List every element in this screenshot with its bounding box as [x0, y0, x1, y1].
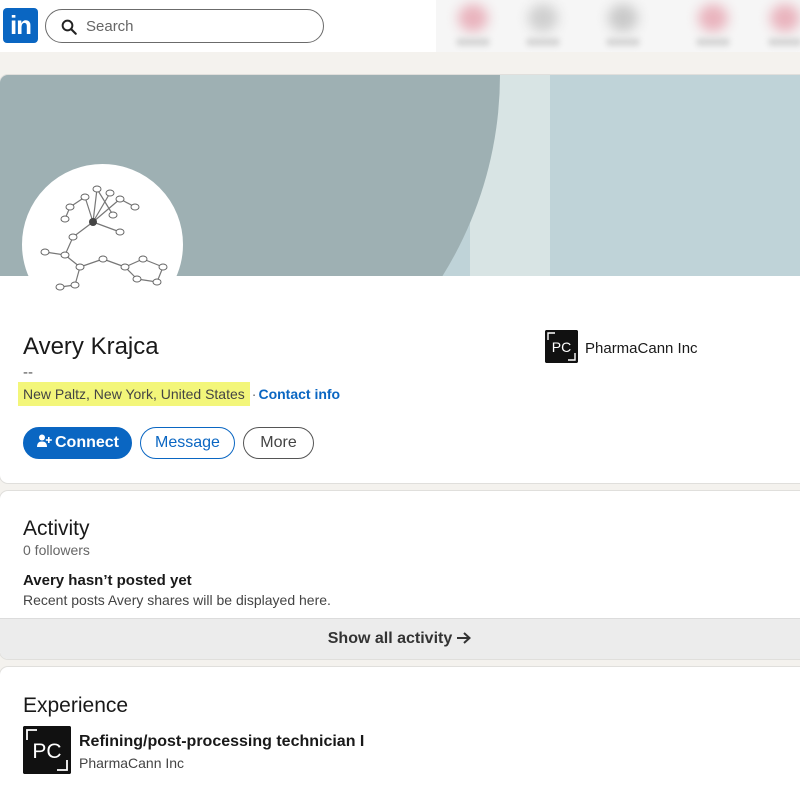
- experience-title: Experience: [23, 694, 129, 717]
- location-text: New Paltz, New York, United States: [18, 382, 250, 406]
- arrow-right-icon: [457, 632, 472, 644]
- experience-company: PharmaCann Inc: [79, 755, 185, 771]
- molecule-structure-image: [40, 185, 168, 291]
- top-nav-bar: in: [0, 0, 800, 52]
- no-posts-subtitle: Recent posts Avery shares will be displa…: [23, 592, 331, 608]
- profile-card: Avery Krajca -- New Paltz, New York, Uni…: [0, 75, 800, 483]
- experience-logo-text: PC: [32, 740, 61, 763]
- no-posts-title: Avery hasn’t posted yet: [23, 572, 192, 589]
- add-person-icon: [37, 434, 52, 447]
- search-input[interactable]: [86, 16, 311, 36]
- blurred-nav-icons: [436, 0, 800, 52]
- current-company-name[interactable]: PharmaCann Inc: [585, 340, 698, 357]
- show-all-activity-button[interactable]: Show all activity: [0, 618, 800, 659]
- company-logo-text: PC: [552, 339, 571, 355]
- experience-company-logo[interactable]: PC: [23, 726, 71, 774]
- linkedin-logo[interactable]: in: [3, 8, 38, 43]
- experience-role[interactable]: Refining/post-processing technician I: [79, 733, 364, 751]
- more-button[interactable]: More: [243, 427, 314, 459]
- company-logo[interactable]: PC: [545, 330, 578, 363]
- search-icon: [61, 19, 77, 35]
- connect-label: Connect: [55, 434, 119, 451]
- message-button[interactable]: Message: [140, 427, 235, 459]
- separator-dot: ·: [251, 386, 257, 402]
- contact-info-link[interactable]: Contact info: [258, 386, 340, 402]
- connect-button[interactable]: Connect: [23, 427, 132, 459]
- avatar[interactable]: [22, 164, 183, 325]
- profile-name: Avery Krajca: [23, 333, 159, 360]
- location-line: New Paltz, New York, United States · Conta…: [18, 382, 340, 406]
- activity-card: Activity 0 followers Avery hasn’t posted…: [0, 491, 800, 659]
- profile-headline: --: [23, 364, 33, 381]
- show-all-activity-label: Show all activity: [327, 630, 453, 647]
- activity-title: Activity: [23, 517, 90, 540]
- search-box[interactable]: [45, 9, 324, 43]
- experience-card: Experience PC Refining/post-processing t…: [0, 667, 800, 797]
- followers-count: 0 followers: [23, 542, 90, 558]
